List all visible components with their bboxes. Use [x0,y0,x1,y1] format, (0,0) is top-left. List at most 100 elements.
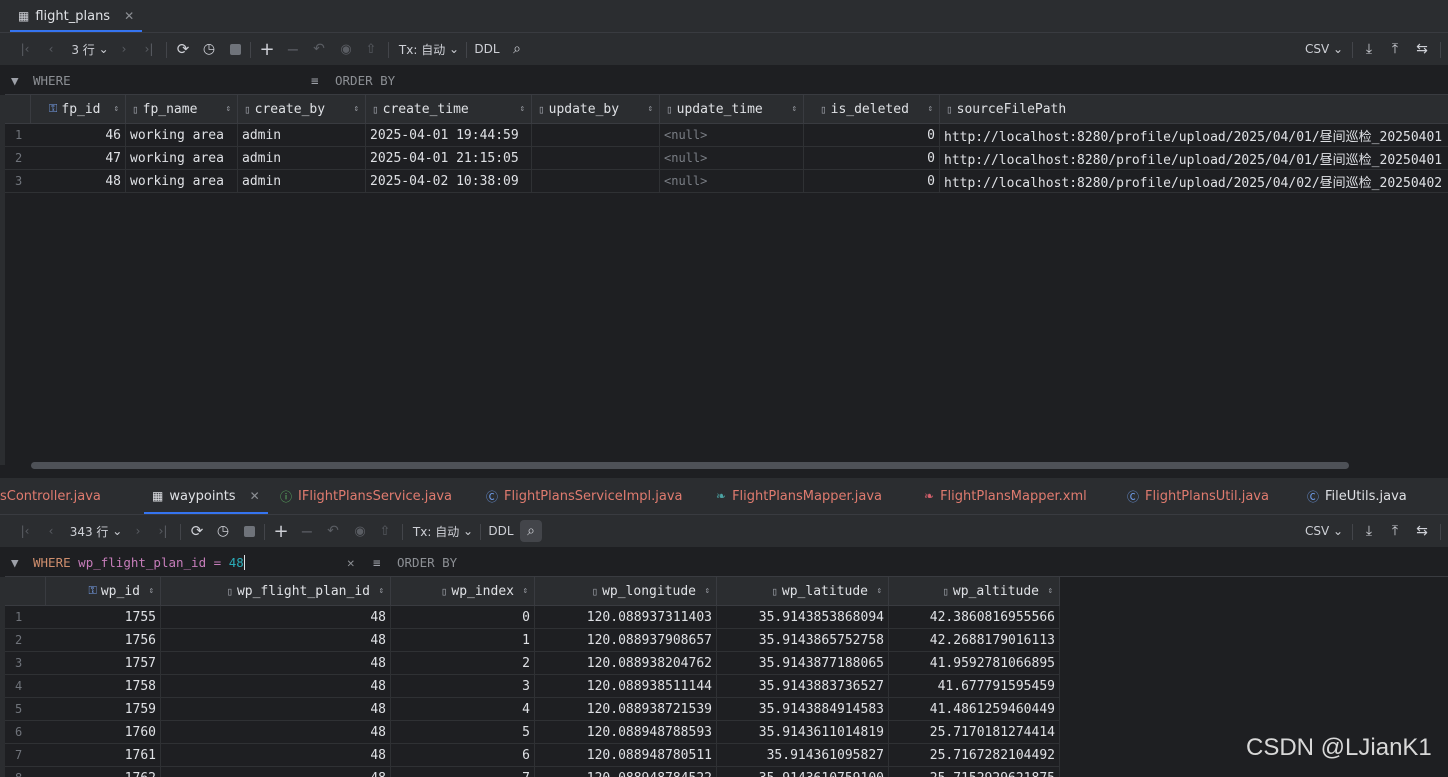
rows-count-dropdown[interactable]: 343 行 ⌄ [70,515,123,547]
first-page-icon[interactable]: |‹ [16,33,34,65]
cell-wp-id[interactable]: 1761 [46,744,161,767]
cell-wp-index[interactable]: 5 [391,721,535,744]
order-by-input[interactable]: ORDER BY [335,66,395,94]
column-header-wp-flight-plan-id[interactable]: ▯ wp_flight_plan_id ⇕ [161,577,391,605]
column-header-update-by[interactable]: ▯ update_by ⇕ [532,95,660,123]
cell-fp-id[interactable]: 48 [31,170,126,193]
cell-wp-index[interactable]: 2 [391,652,535,675]
cell-wp-longitude[interactable]: 120.088938511144 [535,675,717,698]
last-page-icon[interactable]: ›| [140,33,158,65]
cell-wp-latitude[interactable]: 35.9143865752758 [717,629,889,652]
table-row[interactable]: 3 1757 48 2 120.088938204762 35.91438771… [5,652,1060,675]
history-icon[interactable]: ◷ [200,33,218,65]
table-row[interactable]: 1 46 working area admin 2025-04-01 19:44… [5,124,1448,147]
cell-update-by[interactable] [532,147,660,170]
export-format-dropdown[interactable]: CSV ⌄ [1304,33,1344,65]
tab-flightplansmapper-java[interactable]: ❧ FlightPlansMapper.java [716,478,882,514]
search-icon[interactable]: ⌕ [508,33,526,65]
history-icon[interactable]: ◷ [214,515,232,547]
cell-update-time[interactable]: <null> [660,124,804,147]
cell-wp-longitude[interactable]: 120.088937311403 [535,606,717,629]
cell-wp-index[interactable]: 1 [391,629,535,652]
cell-wp-altitude[interactable]: 41.4861259460449 [889,698,1060,721]
cell-wp-altitude[interactable]: 25.7152929621875 [889,767,1060,777]
stop-icon[interactable] [226,33,244,65]
table-row[interactable]: 2 1756 48 1 120.088937908657 35.91438657… [5,629,1060,652]
add-row-icon[interactable]: + [258,33,276,65]
tab-flightplansserviceimpl-java[interactable]: Ⓒ FlightPlansServiceImpl.java [486,478,683,514]
cell-wp-longitude[interactable]: 120.088948788593 [535,721,717,744]
cell-wp-longitude[interactable]: 120.088937908657 [535,629,717,652]
tab-iflightplansservice-java[interactable]: ⓘ IFlightPlansService.java [280,478,452,514]
cell-is-deleted[interactable]: 0 [804,124,940,147]
cell-wp-flight-plan-id[interactable]: 48 [161,767,391,777]
cell-wp-altitude[interactable]: 25.7170181274414 [889,721,1060,744]
cell-wp-id[interactable]: 1758 [46,675,161,698]
prev-page-icon[interactable]: ‹ [42,515,60,547]
tab-fileutils-java[interactable]: Ⓒ FileUtils.java [1307,478,1407,514]
cell-is-deleted[interactable]: 0 [804,147,940,170]
cell-update-time[interactable]: <null> [660,170,804,193]
cell-wp-index[interactable]: 0 [391,606,535,629]
cell-source-file-path[interactable]: http://localhost:8280/profile/upload/202… [940,170,1448,193]
cell-wp-index[interactable]: 6 [391,744,535,767]
cell-wp-latitude[interactable]: 35.9143853868094 [717,606,889,629]
column-header-wp-latitude[interactable]: ▯ wp_latitude ⇕ [717,577,889,605]
cell-wp-latitude[interactable]: 35.9143610759100 [717,767,889,777]
compare-icon[interactable]: ⇆ [1412,515,1432,547]
cell-wp-flight-plan-id[interactable]: 48 [161,721,391,744]
cell-wp-longitude[interactable]: 120.088938204762 [535,652,717,675]
cell-wp-id[interactable]: 1760 [46,721,161,744]
cell-source-file-path[interactable]: http://localhost:8280/profile/upload/202… [940,147,1448,170]
cell-wp-id[interactable]: 1762 [46,767,161,777]
cell-wp-flight-plan-id[interactable]: 48 [161,698,391,721]
cell-wp-altitude[interactable]: 42.3860816955566 [889,606,1060,629]
remove-row-icon[interactable]: − [298,515,316,547]
column-header-fp-name[interactable]: ▯ fp_name ⇕ [126,95,238,123]
cell-wp-longitude[interactable]: 120.088938721539 [535,698,717,721]
table-row[interactable]: 7 1761 48 6 120.088948780511 35.91436109… [5,744,1060,767]
cell-fp-id[interactable]: 47 [31,147,126,170]
tab-flightplansmapper-xml[interactable]: ❧ FlightPlansMapper.xml [924,478,1087,514]
cell-update-by[interactable] [532,124,660,147]
cell-wp-altitude[interactable]: 41.677791595459 [889,675,1060,698]
refresh-icon[interactable]: ⟳ [188,515,206,547]
cell-update-by[interactable] [532,170,660,193]
column-header-wp-altitude[interactable]: ▯ wp_altitude ⇕ [889,577,1060,605]
cell-create-by[interactable]: admin [238,147,366,170]
cell-create-time[interactable]: 2025-04-02 10:38:09 [366,170,532,193]
cell-wp-id[interactable]: 1757 [46,652,161,675]
where-input[interactable]: WHERE wp_flight_plan_id = 48 [33,548,245,576]
horizontal-scrollbar[interactable] [31,462,1349,469]
cell-wp-latitude[interactable]: 35.9143877188065 [717,652,889,675]
prev-page-icon[interactable]: ‹ [42,33,60,65]
table-row[interactable]: 6 1760 48 5 120.088948788593 35.91436110… [5,721,1060,744]
column-header-create-by[interactable]: ▯ create_by ⇕ [238,95,366,123]
table-row[interactable]: 3 48 working area admin 2025-04-02 10:38… [5,170,1448,193]
column-header-wp-id[interactable]: ⚿ wp_id ⇕ [46,577,161,605]
cell-wp-index[interactable]: 3 [391,675,535,698]
preview-changes-icon[interactable]: ◉ [350,515,370,547]
cell-fp-name[interactable]: working area [126,124,238,147]
close-icon[interactable]: ✕ [250,489,260,503]
tab-controller-java[interactable]: sController.java [0,478,101,514]
add-row-icon[interactable]: + [272,515,290,547]
last-page-icon[interactable]: ›| [154,515,172,547]
cell-wp-latitude[interactable]: 35.9143611014819 [717,721,889,744]
cell-wp-index[interactable]: 7 [391,767,535,777]
clear-filter-icon[interactable]: ✕ [347,548,355,576]
download-icon[interactable]: ⤓ [1360,515,1378,547]
ddl-button[interactable]: DDL [474,33,500,65]
cell-wp-index[interactable]: 4 [391,698,535,721]
tab-flight-plans[interactable]: ▦ flight_plans ✕ [10,0,143,32]
order-by-input[interactable]: ORDER BY [397,548,457,576]
tab-waypoints[interactable]: ▦ waypoints ✕ [144,478,268,514]
cell-wp-id[interactable]: 1755 [46,606,161,629]
cell-create-by[interactable]: admin [238,124,366,147]
submit-icon[interactable]: ⇧ [376,515,394,547]
column-header-wp-longitude[interactable]: ▯ wp_longitude ⇕ [535,577,717,605]
column-header-wp-index[interactable]: ▯ wp_index ⇕ [391,577,535,605]
search-icon[interactable]: ⌕ [520,520,542,542]
revert-icon[interactable]: ↶ [310,33,328,65]
compare-icon[interactable]: ⇆ [1412,33,1432,65]
